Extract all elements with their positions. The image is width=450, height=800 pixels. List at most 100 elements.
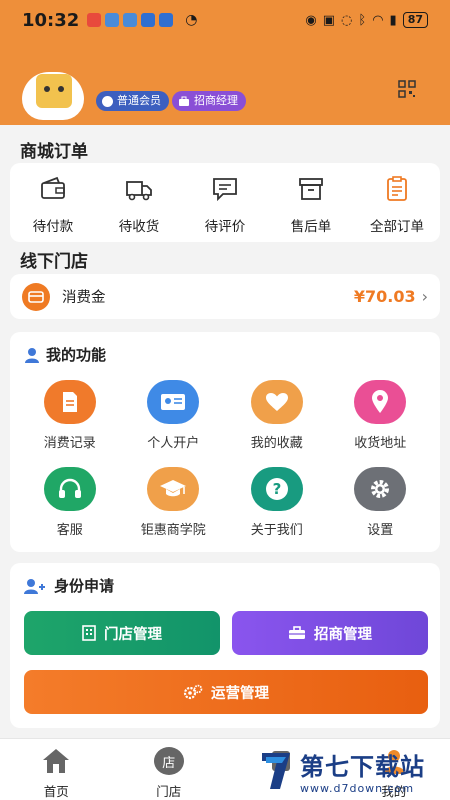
functions-title: 我的功能 — [46, 346, 107, 364]
functions-header: 我的功能 — [24, 344, 106, 365]
eye-icon: ◉ — [305, 12, 317, 28]
bluetooth-icon: ᛒ — [358, 12, 367, 28]
func-academy[interactable]: 钜惠商学院 — [122, 467, 226, 538]
member-badge-label: 普通会员 — [117, 94, 161, 107]
svg-text:?: ? — [272, 480, 281, 498]
orders-card: 待付款 待收货 待评价 售后单 全部订单 — [10, 163, 440, 242]
func-about-us[interactable]: ? 关于我们 — [225, 467, 329, 538]
func-label: 关于我们 — [250, 523, 303, 538]
nav-home-label: 首页 — [43, 784, 69, 799]
func-label: 客服 — [56, 523, 83, 538]
clipboard-icon — [387, 176, 407, 201]
functions-grid: 消费记录 个人开户 我的收藏 收货地址 客服 钜惠商学院 ? 关于我们 设置 — [18, 380, 432, 538]
order-pending-payment[interactable]: 待付款 — [10, 175, 96, 242]
func-label: 收货地址 — [354, 436, 407, 451]
status-time: 10:32 — [22, 9, 80, 31]
func-customer-service[interactable]: 客服 — [18, 467, 122, 538]
nav-store[interactable]: 店 门店 — [113, 739, 226, 800]
func-personal-account[interactable]: 个人开户 — [122, 380, 226, 451]
identity-title: 身份申请 — [54, 577, 115, 595]
operations-management-button[interactable]: 运营管理 — [24, 670, 428, 714]
headset-icon — [43, 467, 96, 511]
watermark-url: www.d7down.com — [300, 782, 415, 795]
comment-icon — [213, 178, 237, 202]
home-icon — [43, 749, 70, 773]
func-label: 钜惠商学院 — [140, 523, 206, 538]
consume-amount: ¥70.03 — [353, 287, 416, 306]
alipay-icon — [141, 13, 156, 27]
order-pending-review[interactable]: 待评价 — [182, 175, 268, 242]
order-all[interactable]: 全部订单 — [354, 175, 440, 242]
status-icons: ◉ ▣ ◌ ᛒ ◠ ▮ 87 — [305, 12, 428, 28]
store-icon: 店 — [153, 747, 184, 775]
investment-management-button[interactable]: 招商管理 — [232, 611, 428, 655]
func-consume-record[interactable]: 消费记录 — [18, 380, 122, 451]
app-notification-icon — [123, 13, 138, 27]
order-label: 待付款 — [32, 219, 74, 235]
graduation-cap-icon — [147, 467, 200, 511]
nav-home[interactable]: 首页 — [0, 739, 113, 800]
qr-code-icon[interactable] — [398, 80, 416, 98]
document-icon — [43, 380, 96, 424]
gear-icon — [354, 467, 407, 511]
consume-row[interactable]: 消费金 ¥70.03 › — [10, 274, 440, 319]
store-management-button[interactable]: 门店管理 — [24, 611, 220, 655]
nfc-icon: ▣ — [322, 12, 336, 28]
question-icon: ? — [250, 467, 303, 511]
manager-badge-label: 招商经理 — [194, 94, 238, 107]
identity-header: 身份申请 — [24, 575, 114, 596]
avatar-face — [36, 74, 72, 108]
nav-store-label: 门店 — [156, 784, 182, 799]
user-icon — [25, 347, 39, 363]
battery-indicator: 87 — [402, 12, 428, 28]
building-icon — [82, 625, 96, 641]
card-icon — [22, 282, 50, 311]
truck-icon — [126, 181, 152, 201]
functions-card: 我的功能 消费记录 个人开户 我的收藏 收货地址 客服 钜惠商学院 ? 关于我们… — [10, 332, 440, 552]
wallet-icon — [41, 176, 65, 199]
func-label: 我的收藏 — [250, 436, 303, 451]
briefcase-icon — [179, 96, 189, 106]
identity-card: 身份申请 门店管理 招商管理 运营管理 — [10, 563, 440, 728]
investment-management-label: 招商管理 — [314, 626, 372, 643]
func-address[interactable]: 收货地址 — [329, 380, 433, 451]
heart-icon — [250, 380, 303, 424]
watermark-logo-icon — [262, 753, 290, 789]
speed-icon: ◔ — [185, 12, 198, 28]
avatar[interactable] — [22, 72, 84, 120]
wifi-icon: ◠ — [372, 12, 384, 28]
location-icon — [354, 380, 407, 424]
func-label: 设置 — [367, 523, 394, 538]
func-settings[interactable]: 设置 — [329, 467, 433, 538]
order-label: 待评价 — [204, 219, 246, 235]
func-label: 消费记录 — [43, 436, 96, 451]
watermark: 第七下载站 www.d7down.com — [258, 744, 448, 798]
offline-title: 线下门店 — [20, 252, 88, 272]
order-pending-receipt[interactable]: 待收货 — [96, 175, 182, 242]
manager-badge: 招商经理 — [172, 91, 246, 111]
box-icon — [299, 178, 323, 200]
briefcase-icon — [289, 626, 305, 639]
user-icon — [102, 95, 113, 107]
store-management-label: 门店管理 — [104, 626, 162, 643]
header: 10:32 ◔ ◉ ▣ ◌ ᛒ ◠ ▮ 87 普通会员 招商经理 — [0, 0, 450, 125]
order-label: 待收货 — [118, 219, 160, 235]
order-label: 全部订单 — [370, 219, 424, 235]
watermark-text-block: 第七下载站 www.d7down.com — [300, 747, 425, 795]
order-after-sales[interactable]: 售后单 — [268, 175, 354, 242]
app-notification-icon — [87, 13, 102, 27]
func-favorites[interactable]: 我的收藏 — [225, 380, 329, 451]
signal-icon: ▮ — [389, 12, 397, 28]
app-notification-icon — [159, 13, 174, 27]
gears-icon — [183, 684, 203, 700]
consume-label: 消费金 — [62, 290, 106, 306]
add-user-icon — [24, 578, 45, 594]
order-label: 售后单 — [290, 219, 332, 235]
func-label: 个人开户 — [147, 436, 200, 451]
status-bar: 10:32 ◔ ◉ ▣ ◌ ᛒ ◠ ▮ 87 — [0, 0, 450, 40]
alarm-icon: ◌ — [341, 12, 353, 28]
id-card-icon — [147, 380, 200, 424]
operations-management-label: 运营管理 — [211, 685, 269, 702]
app-notification-icon — [105, 13, 120, 27]
watermark-text: 第七下载站 — [300, 753, 425, 781]
